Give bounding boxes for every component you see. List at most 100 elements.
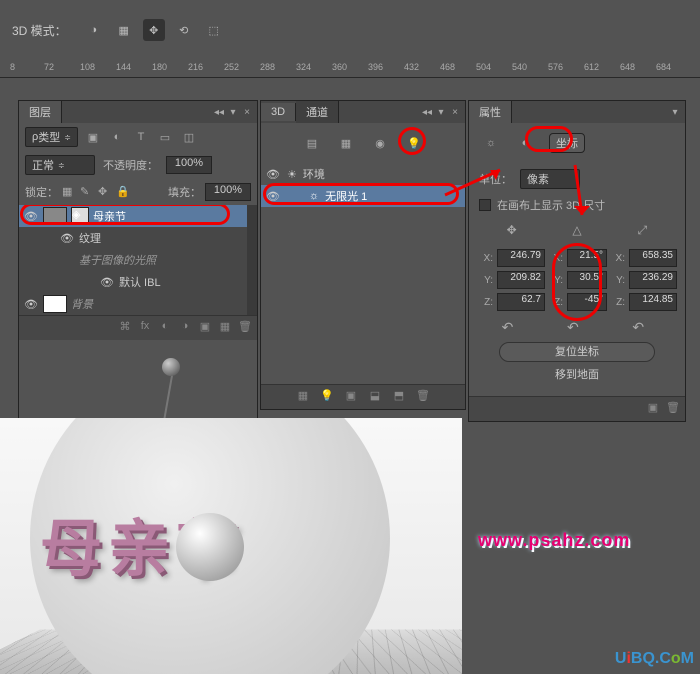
brand-char: o <box>671 650 681 667</box>
collapse-icon[interactable]: ◂◂ <box>421 107 433 118</box>
filter-type-label: 类型 <box>38 129 60 145</box>
unit-select[interactable]: 像素 <box>520 169 580 189</box>
filter-mesh-icon[interactable]: ▦ <box>336 133 356 153</box>
brand-char: BQ.C <box>631 650 671 667</box>
render-icon[interactable]: ▣ <box>645 401 661 417</box>
annotation-oval <box>525 126 573 152</box>
light-props-icon[interactable]: ☼ <box>481 133 501 153</box>
3d-tab[interactable]: 3D <box>261 103 296 121</box>
reset-coords-button[interactable]: 复位坐标 <box>499 342 655 362</box>
rotate-icon[interactable]: ⟲ <box>173 19 195 41</box>
opacity-input[interactable]: 100% <box>166 156 212 174</box>
close-icon[interactable]: × <box>449 107 461 118</box>
reset-pos-icon[interactable]: ↶ <box>502 319 522 336</box>
watermark-url: www.psahz.com <box>478 530 630 551</box>
pos-x-input[interactable]: 246.79 <box>497 249 545 267</box>
layer-item-ibl-group[interactable]: 基于图像的光照 <box>19 249 257 271</box>
folder-icon[interactable]: ▣ <box>197 320 213 336</box>
lock-move-icon[interactable]: ✥ <box>98 185 112 199</box>
filter-shape-icon[interactable]: ▭ <box>156 128 174 146</box>
z-label: Z: <box>479 297 493 308</box>
material-icon[interactable]: ⬓ <box>367 389 383 405</box>
layer-item-background[interactable]: 👁 背景 <box>19 293 257 315</box>
light-handle-head[interactable] <box>162 358 180 376</box>
rotate-axis-icon[interactable]: △ <box>567 223 587 243</box>
filter-adjust-icon[interactable]: ◐ <box>108 128 126 146</box>
ruler-tick: 252 <box>224 62 239 72</box>
filter-smart-icon[interactable]: ◫ <box>180 128 198 146</box>
filter-type-icon[interactable]: T <box>132 128 150 146</box>
fill-input[interactable]: 100% <box>205 183 251 201</box>
layer-list: 👁 ◈ 母亲节 👁 纹理 基于图像的光照 👁 默认 IBL 👁 背景 <box>19 205 257 315</box>
move-axis-icon[interactable]: ✥ <box>502 223 522 243</box>
scale-icon[interactable]: ⬚ <box>203 19 225 41</box>
layer-name: 背景 <box>71 296 253 312</box>
ruler-tick: 684 <box>656 62 671 72</box>
sca-z-input[interactable]: 124.85 <box>629 293 677 311</box>
link-icon[interactable]: ⌘ <box>117 320 133 336</box>
visibility-eye-icon[interactable]: 👁 <box>23 298 39 311</box>
channels-tab[interactable]: 通道 <box>296 101 339 123</box>
mode-label: 3D 模式： <box>12 22 67 39</box>
brand-watermark: UiBQ.CoM <box>615 650 694 668</box>
render-icon[interactable]: ▦ <box>295 389 311 405</box>
layers-tab[interactable]: 图层 <box>19 101 62 123</box>
layer-thumb[interactable] <box>43 295 67 313</box>
layer-item-ibl[interactable]: 👁 默认 IBL <box>19 271 257 293</box>
x-label: X: <box>611 253 625 264</box>
new-layer-icon[interactable]: ▦ <box>217 320 233 336</box>
visibility-eye-icon[interactable]: 👁 <box>99 276 115 289</box>
scale-axis-icon[interactable]: ⤢ <box>632 223 652 243</box>
pos-z-input[interactable]: 62.7 <box>497 293 545 311</box>
layers-panel: 图层 ◂◂ ▾ × ρ 类型≑ ▣ ◐ T ▭ ◫ 正常≑ 不透明度： 100%… <box>18 100 258 422</box>
properties-tab[interactable]: 属性 <box>469 101 512 123</box>
blend-mode-select[interactable]: 正常≑ <box>25 155 95 175</box>
close-icon[interactable]: × <box>241 107 253 118</box>
light-gizmo-sphere[interactable] <box>176 513 244 581</box>
visibility-eye-icon[interactable]: 👁 <box>265 168 281 181</box>
fx-icon[interactable]: fx <box>137 320 153 336</box>
move-icon[interactable]: ✥ <box>143 19 165 41</box>
layer-item-texture[interactable]: 👁 纹理 <box>19 227 257 249</box>
adjustment-icon[interactable]: ◑ <box>177 320 193 336</box>
menu-icon[interactable]: ▾ <box>435 107 447 118</box>
move-to-ground-button[interactable]: 移到地面 <box>499 366 655 386</box>
lock-pixels-icon[interactable]: ▦ <box>62 185 76 199</box>
3d-panel: 3D 通道 ◂◂ ▾ × ▤ ▦ ◉ 💡 👁 ☀ 环境 👁 ☼ 无限光 1 ▦ <box>260 100 466 410</box>
mesh-icon[interactable]: ⬒ <box>391 389 407 405</box>
env-icon: ☀ <box>287 168 297 181</box>
y-label: Y: <box>479 275 493 286</box>
sca-y-input[interactable]: 236.29 <box>629 271 677 289</box>
ruler-tick: 648 <box>620 62 635 72</box>
filter-pixel-icon[interactable]: ▣ <box>84 128 102 146</box>
orbit-icon[interactable]: ◑ <box>83 19 105 41</box>
pan-icon[interactable]: ▦ <box>113 19 135 41</box>
sca-x-input[interactable]: 658.35 <box>629 249 677 267</box>
filter-material-icon[interactable]: ◉ <box>370 133 390 153</box>
trash-icon[interactable]: 🗑 <box>237 320 253 336</box>
z-label: Z: <box>611 297 625 308</box>
filter-type-select[interactable]: ρ 类型≑ <box>25 127 78 147</box>
show-3d-size-checkbox[interactable] <box>479 199 491 211</box>
trash-icon[interactable]: 🗑 <box>665 401 681 417</box>
reset-rot-icon[interactable]: ↶ <box>567 319 587 336</box>
lock-all-icon[interactable]: 🔒 <box>116 185 130 199</box>
canvas-preview[interactable]: 母亲节 <box>0 418 462 674</box>
layer-scrollbar[interactable] <box>247 205 257 315</box>
visibility-eye-icon[interactable]: 👁 <box>59 232 75 245</box>
ruler-tick: 8 <box>10 62 15 72</box>
camera-icon[interactable]: ▣ <box>343 389 359 405</box>
filter-scene-icon[interactable]: ▤ <box>302 133 322 153</box>
menu-icon[interactable]: ▾ <box>227 107 239 118</box>
reset-sca-icon[interactable]: ↶ <box>632 319 652 336</box>
collapse-icon[interactable]: ◂◂ <box>213 107 225 118</box>
ruler-tick: 324 <box>296 62 311 72</box>
lock-brush-icon[interactable]: ✎ <box>80 185 94 199</box>
pos-y-input[interactable]: 209.82 <box>497 271 545 289</box>
menu-icon[interactable]: ▾ <box>669 107 681 118</box>
3d-item-environment[interactable]: 👁 ☀ 环境 <box>261 163 465 185</box>
trash-icon[interactable]: 🗑 <box>415 389 431 405</box>
new-light-icon[interactable]: 💡 <box>319 389 335 405</box>
3d-list: 👁 ☀ 环境 👁 ☼ 无限光 1 <box>261 163 465 207</box>
mask-icon[interactable]: ◐ <box>157 320 173 336</box>
